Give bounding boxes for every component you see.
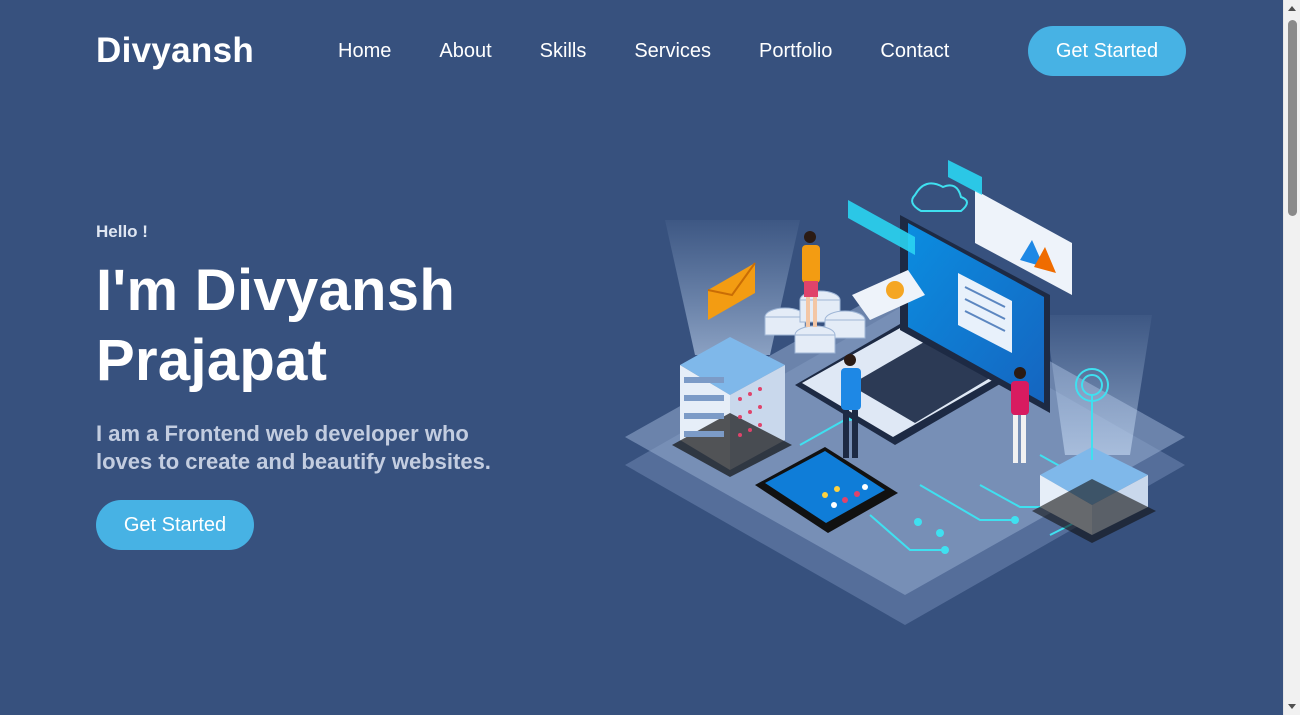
hero-greeting: Hello ! (96, 222, 148, 241)
scrollbar-thumb[interactable] (1288, 20, 1297, 216)
header-get-started-button[interactable]: Get Started (1028, 26, 1186, 76)
hero-title-line2: Prajapat (96, 328, 328, 393)
main-nav: Home About Skills Services Portfolio Con… (338, 40, 949, 63)
hero-title: I'm Divyansh Prajapat (96, 256, 536, 396)
scroll-down-arrow-icon[interactable] (1288, 704, 1296, 709)
nav-services[interactable]: Services (634, 40, 711, 63)
nav-contact[interactable]: Contact (880, 40, 949, 63)
nav-about[interactable]: About (439, 40, 491, 63)
page: Divyansh Home About Skills Services Port… (0, 0, 1283, 715)
site-header: Divyansh Home About Skills Services Port… (96, 26, 1186, 76)
hero-tagline: I am a Frontend web developer who loves … (96, 421, 491, 474)
page-scrollbar[interactable] (1283, 0, 1300, 715)
hero-title-line1: I'm Divyansh (96, 258, 456, 323)
nav-skills[interactable]: Skills (540, 40, 587, 63)
scroll-up-arrow-icon[interactable] (1288, 6, 1296, 11)
hero-get-started-button[interactable]: Get Started (96, 500, 254, 550)
site-logo[interactable]: Divyansh (96, 31, 254, 71)
nav-portfolio[interactable]: Portfolio (759, 40, 832, 63)
hero-section: Hello ! I'm Divyansh Prajapat I am a Fro… (96, 222, 536, 550)
nav-home[interactable]: Home (338, 40, 391, 63)
tech-isometric-illustration (620, 155, 1190, 635)
